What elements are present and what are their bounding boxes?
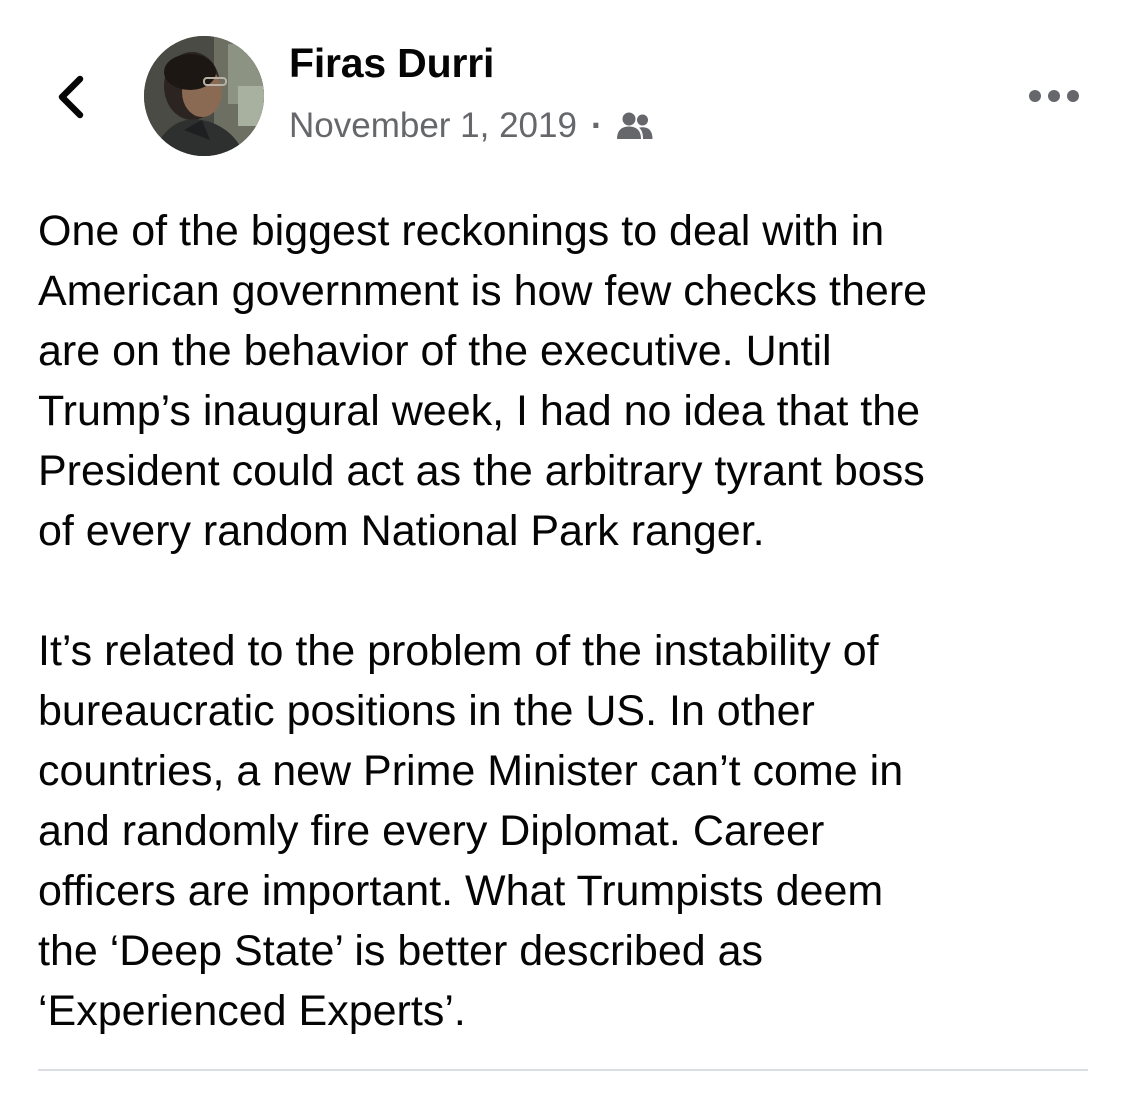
- post-date[interactable]: November 1, 2019: [289, 106, 577, 146]
- author-name[interactable]: Firas Durri: [289, 40, 494, 87]
- ellipsis-horizontal-icon: [1029, 90, 1079, 102]
- divider: [38, 1069, 1088, 1071]
- chevron-left-icon: [58, 75, 84, 119]
- post-paragraph: It’s related to the problem of the insta…: [38, 627, 904, 1035]
- post-paragraph: One of the biggest reckonings to deal wi…: [38, 207, 928, 555]
- post-text: One of the biggest reckonings to deal wi…: [38, 201, 1098, 1041]
- avatar[interactable]: [144, 36, 264, 156]
- post-meta: November 1, 2019 ·: [289, 103, 654, 149]
- friends-icon[interactable]: [616, 111, 654, 141]
- meta-separator: ·: [590, 106, 603, 145]
- profile-photo: [144, 36, 264, 156]
- more-options-button[interactable]: [1024, 76, 1084, 116]
- back-button[interactable]: [40, 62, 100, 132]
